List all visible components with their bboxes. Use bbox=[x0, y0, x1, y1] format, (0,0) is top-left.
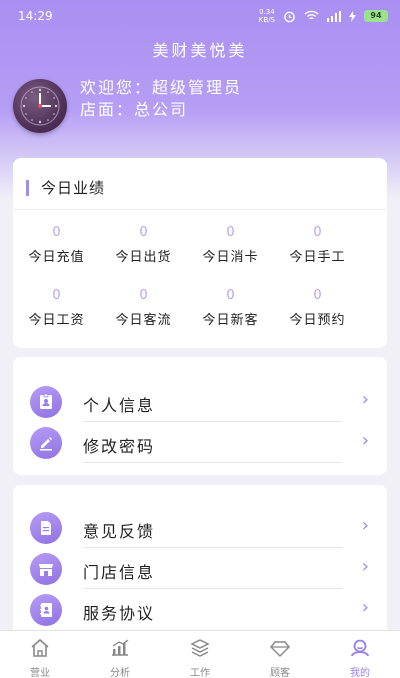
tab-analysis[interactable]: 分析 bbox=[80, 631, 160, 678]
tab-customers[interactable]: 顾客 bbox=[240, 631, 320, 678]
stat-value: 0 bbox=[139, 225, 148, 240]
tab-work[interactable]: 工作 bbox=[160, 631, 240, 678]
chevron-right-icon: › bbox=[361, 556, 369, 577]
stat-label: 今日手工 bbox=[289, 250, 346, 265]
tab-label: 我的 bbox=[350, 668, 370, 678]
net-speed: 0.34 KB/S bbox=[259, 8, 275, 24]
menu-item-service-agreement[interactable]: 服务协议 › bbox=[13, 589, 387, 630]
tab-mine[interactable]: 我的 bbox=[320, 631, 400, 678]
menu-item-feedback[interactable]: 意见反馈 › bbox=[13, 507, 387, 548]
layers-icon bbox=[190, 639, 210, 657]
chevron-right-icon: › bbox=[361, 389, 369, 410]
clock-avatar-icon bbox=[20, 86, 60, 126]
bottom-tab-bar: 营业 分析 工作 顾客 我的 bbox=[0, 630, 400, 678]
store-icon bbox=[30, 553, 62, 585]
tab-label: 分析 bbox=[110, 668, 130, 678]
chart-icon bbox=[112, 639, 129, 656]
net-speed-value: 0.34 bbox=[259, 8, 275, 16]
user-icon bbox=[351, 639, 369, 657]
agreement-book-icon bbox=[30, 594, 62, 626]
menu-item-change-password[interactable]: 修改密码 › bbox=[13, 422, 387, 463]
avatar[interactable] bbox=[13, 79, 67, 133]
stat-new-customers[interactable]: 0 今日新客 bbox=[187, 288, 274, 328]
stat-value: 0 bbox=[226, 288, 235, 303]
stat-value: 0 bbox=[52, 288, 61, 303]
menu-label: 个人信息 bbox=[83, 396, 156, 415]
tab-label: 顾客 bbox=[270, 668, 290, 678]
app-title: 美财美悦美 bbox=[152, 41, 248, 60]
wifi-icon bbox=[304, 10, 319, 20]
welcome-text: 欢迎您：超级管理员 bbox=[80, 78, 243, 97]
stat-label: 今日出货 bbox=[115, 250, 172, 265]
stat-value: 0 bbox=[226, 225, 235, 240]
status-bar: 14:29 0.34 KB/S 94 bbox=[0, 0, 400, 32]
performance-title: 今日业绩 bbox=[26, 180, 105, 196]
net-speed-unit: KB/S bbox=[258, 16, 275, 24]
chevron-right-icon: › bbox=[361, 597, 369, 618]
chevron-right-icon: › bbox=[361, 430, 369, 451]
info-menu-card: 意见反馈 › 门店信息 › 服务协议 › bbox=[13, 485, 387, 630]
stat-value: 0 bbox=[313, 225, 322, 240]
divider bbox=[83, 462, 342, 463]
id-card-icon bbox=[30, 386, 62, 418]
stat-card-consume[interactable]: 0 今日消卡 bbox=[187, 225, 274, 265]
chevron-right-icon: › bbox=[361, 515, 369, 536]
tab-label: 营业 bbox=[30, 668, 50, 678]
menu-label: 修改密码 bbox=[83, 437, 156, 456]
home-icon bbox=[31, 638, 49, 657]
stat-traffic[interactable]: 0 今日客流 bbox=[100, 288, 187, 328]
stat-wages[interactable]: 0 今日工资 bbox=[13, 288, 100, 328]
status-time: 14:29 bbox=[18, 9, 53, 23]
account-menu-card: 个人信息 › 修改密码 › bbox=[13, 357, 387, 475]
stat-label: 今日工资 bbox=[28, 313, 85, 328]
divider bbox=[13, 209, 387, 210]
tab-label: 工作 bbox=[190, 668, 210, 678]
menu-label: 意见反馈 bbox=[83, 522, 156, 541]
user-info: 欢迎您：超级管理员 店面：总公司 bbox=[80, 77, 242, 121]
charging-icon bbox=[349, 10, 356, 22]
today-performance-card: 今日业绩 0 今日充值 0 今日出货 0 今日消卡 0 今日手工 0 今日工资 0 今日客流… bbox=[13, 158, 387, 348]
signal-icon bbox=[327, 10, 341, 22]
menu-item-personal-info[interactable]: 个人信息 › bbox=[13, 381, 387, 422]
menu-label: 门店信息 bbox=[83, 563, 156, 582]
stat-shipment[interactable]: 0 今日出货 bbox=[100, 225, 187, 265]
stat-label: 今日客流 bbox=[115, 313, 172, 328]
edit-pencil-icon bbox=[30, 427, 62, 459]
stat-manual[interactable]: 0 今日手工 bbox=[274, 225, 361, 265]
stat-value: 0 bbox=[313, 288, 322, 303]
stat-value: 0 bbox=[139, 288, 148, 303]
stat-recharge[interactable]: 0 今日充值 bbox=[13, 225, 100, 265]
stat-label: 今日预约 bbox=[289, 313, 346, 328]
alarm-icon bbox=[284, 11, 295, 22]
tab-business[interactable]: 营业 bbox=[0, 631, 80, 678]
stat-label: 今日新客 bbox=[202, 313, 259, 328]
stat-label: 今日消卡 bbox=[202, 250, 259, 265]
diamond-icon bbox=[269, 641, 291, 658]
menu-item-store-info[interactable]: 门店信息 › bbox=[13, 548, 387, 589]
store-text: 店面：总公司 bbox=[80, 100, 189, 119]
stat-label: 今日充值 bbox=[28, 250, 85, 265]
document-icon bbox=[30, 512, 62, 544]
menu-label: 服务协议 bbox=[83, 604, 156, 623]
stat-value: 0 bbox=[52, 225, 61, 240]
battery-icon: 94 bbox=[364, 10, 388, 22]
stat-appointments[interactable]: 0 今日预约 bbox=[274, 288, 361, 328]
